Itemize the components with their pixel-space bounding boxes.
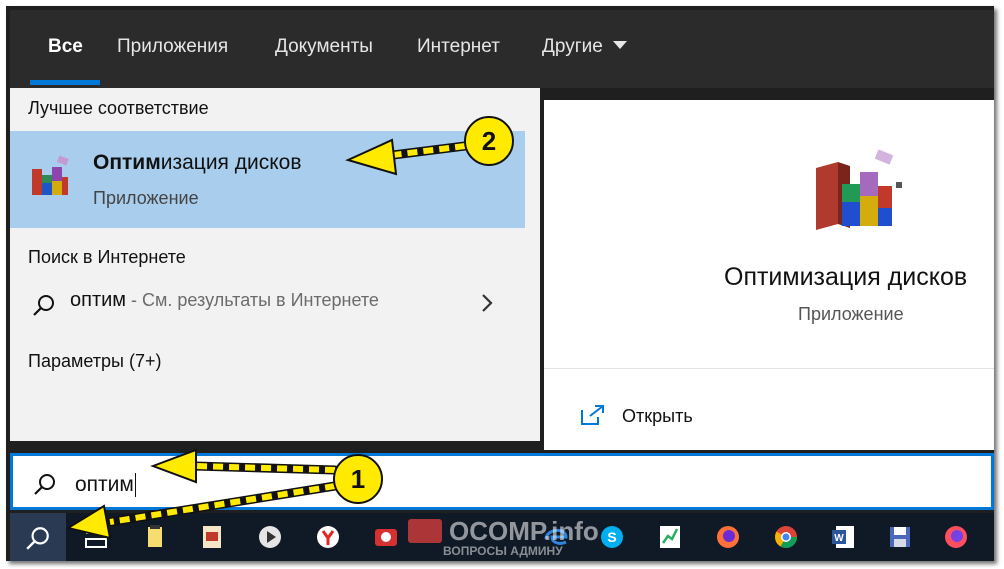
annotation-arrow-1b xyxy=(65,481,340,540)
annotation-overlay: 2 1 xyxy=(65,116,514,540)
annotation-number-1: 1 xyxy=(351,464,365,494)
annotation-arrow-1a xyxy=(150,448,340,484)
annotation-badge-2: 2 xyxy=(464,116,514,166)
annotation-badge-1: 1 xyxy=(333,454,383,504)
annotation-arrow-2 xyxy=(345,138,470,176)
annotation-number-2: 2 xyxy=(482,126,496,156)
